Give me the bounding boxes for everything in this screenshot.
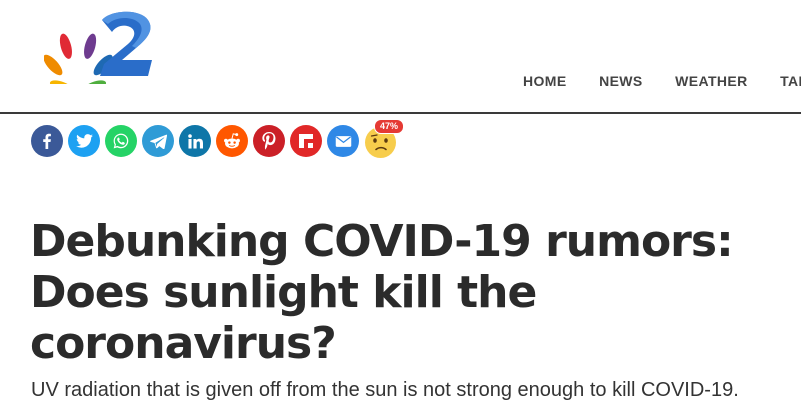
- nav-home[interactable]: HOME: [523, 73, 567, 89]
- flipboard-icon: [299, 134, 313, 148]
- facebook-icon: [43, 133, 51, 149]
- main-nav: HOME NEWS WEATHER TALK: [508, 73, 801, 91]
- nav-talk[interactable]: TALK: [780, 73, 801, 89]
- email-icon: [335, 135, 351, 147]
- share-email-button[interactable]: [327, 125, 359, 157]
- share-reddit-button[interactable]: [216, 125, 248, 157]
- telegram-icon: [149, 134, 167, 149]
- page: HOME NEWS WEATHER TALK: [0, 0, 801, 413]
- site-header: HOME NEWS WEATHER TALK: [0, 0, 801, 114]
- article-dek: UV radiation that is given off from the …: [31, 379, 739, 401]
- twitter-icon: [75, 134, 93, 148]
- share-pinterest-button[interactable]: [253, 125, 285, 157]
- reaction-percent-badge: 47%: [374, 119, 405, 134]
- share-twitter-button[interactable]: [68, 125, 100, 157]
- reddit-icon: [224, 133, 240, 149]
- share-telegram-button[interactable]: [142, 125, 174, 157]
- nav-news[interactable]: NEWS: [599, 73, 643, 89]
- whatsapp-icon: [113, 133, 129, 149]
- nbc-2-logo[interactable]: [43, 8, 156, 95]
- pinterest-icon: [262, 132, 276, 150]
- article-headline: Debunking COVID-19 rumors: Does sunlight…: [30, 216, 734, 369]
- share-linkedin-button[interactable]: [179, 125, 211, 157]
- share-facebook-button[interactable]: [31, 125, 63, 157]
- peacock-logo-icon: [43, 11, 152, 95]
- nav-weather[interactable]: WEATHER: [675, 73, 748, 89]
- share-whatsapp-button[interactable]: [105, 125, 137, 157]
- linkedin-icon: [187, 133, 203, 149]
- share-flipboard-button[interactable]: [290, 125, 322, 157]
